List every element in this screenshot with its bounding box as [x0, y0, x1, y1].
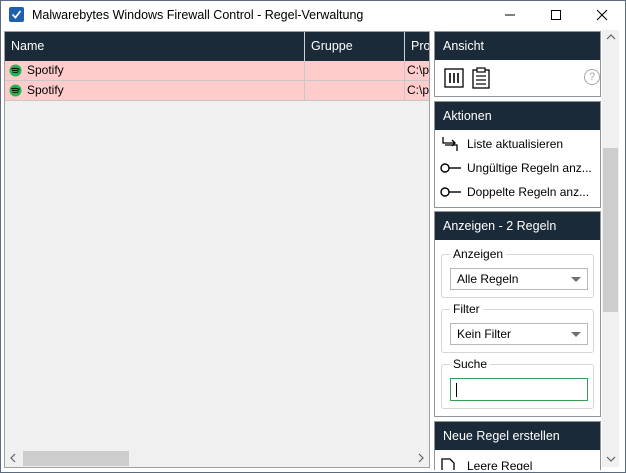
document-icon: [441, 458, 455, 470]
close-icon: [596, 9, 608, 21]
refresh-list-label: Liste aktualisieren: [467, 137, 564, 151]
chevron-down-icon: [571, 332, 581, 337]
table-header: Name Gruppe Pro: [5, 32, 429, 61]
app-checkbox-icon: [9, 7, 24, 22]
minimize-button[interactable]: [487, 0, 533, 30]
help-icon[interactable]: ?: [584, 69, 600, 85]
side-panel: Ansicht ? Aktionen Liste aktualisieren U…: [433, 30, 605, 470]
filter-label: Filter: [450, 302, 483, 316]
text-caret: [456, 383, 457, 397]
neue-regel-header: Neue Regel erstellen: [435, 422, 600, 450]
maximize-button[interactable]: [533, 0, 579, 30]
cell-gruppe: [305, 61, 405, 80]
minimize-icon: [505, 14, 515, 16]
rules-table[interactable]: Name Gruppe Pro Spotify C:\p Spotify C:\…: [4, 31, 430, 468]
cell-name: Spotify: [5, 61, 305, 80]
search-input[interactable]: [450, 378, 588, 401]
columns-view-icon[interactable]: [444, 68, 464, 88]
ansicht-section: Ansicht ?: [434, 31, 601, 97]
refresh-icon: [442, 137, 458, 151]
aktionen-section: Aktionen Liste aktualisieren Ungültige R…: [434, 101, 601, 208]
scroll-down-icon[interactable]: [606, 456, 616, 462]
anzeigen-group: Anzeigen Alle Regeln: [441, 247, 594, 298]
neue-regel-section: Neue Regel erstellen Leere Regel: [434, 421, 601, 470]
vertical-scroll-thumb[interactable]: [603, 148, 618, 312]
table-row[interactable]: Spotify C:\p: [5, 61, 430, 81]
horizontal-scrollbar[interactable]: [5, 449, 429, 467]
key-icon: [440, 163, 461, 173]
panel-vertical-scrollbar[interactable]: [602, 30, 619, 467]
table-row[interactable]: Spotify C:\p: [5, 81, 430, 101]
chevron-down-icon: [571, 277, 581, 282]
anzeigen-header: Anzeigen - 2 Regeln: [435, 212, 600, 240]
cell-program: C:\p: [407, 63, 430, 77]
cell-name: Spotify: [5, 81, 305, 100]
suche-label: Suche: [450, 357, 491, 371]
maximize-icon: [551, 10, 561, 20]
suche-group: Suche: [441, 357, 594, 409]
empty-rule-action[interactable]: Leere Regel: [435, 454, 600, 470]
empty-rule-label: Leere Regel: [467, 459, 533, 470]
scroll-left-icon[interactable]: [10, 453, 16, 463]
refresh-list-action[interactable]: Liste aktualisieren: [435, 132, 600, 156]
filter-group: Filter Kein Filter: [441, 302, 594, 353]
close-button[interactable]: [579, 0, 625, 30]
window-title: Malwarebytes Windows Firewall Control - …: [32, 8, 364, 22]
anzeigen-dropdown[interactable]: Alle Regeln: [450, 268, 588, 290]
duplicate-rules-label: Doppelte Regeln anz...: [467, 185, 590, 199]
column-header-pro[interactable]: Pro: [405, 32, 429, 61]
invalid-rules-action[interactable]: Ungültige Regeln anz...: [435, 156, 600, 180]
horizontal-scroll-thumb[interactable]: [23, 451, 129, 466]
invalid-rules-label: Ungültige Regeln anz...: [467, 161, 592, 175]
title-bar: Malwarebytes Windows Firewall Control - …: [0, 0, 626, 30]
anzeigen-section: Anzeigen - 2 Regeln Anzeigen Alle Regeln…: [434, 211, 601, 417]
column-header-name[interactable]: Name: [5, 32, 305, 61]
ansicht-header: Ansicht: [435, 32, 600, 60]
scroll-up-icon[interactable]: [606, 34, 616, 40]
cell-program: C:\p: [407, 83, 430, 97]
column-header-gruppe[interactable]: Gruppe: [305, 32, 405, 61]
scroll-right-icon[interactable]: [418, 453, 424, 463]
aktionen-header: Aktionen: [435, 102, 600, 130]
anzeigen-value: Alle Regeln: [457, 272, 519, 286]
anzeigen-label: Anzeigen: [450, 247, 507, 261]
clipboard-icon[interactable]: [471, 67, 491, 89]
duplicate-rules-action[interactable]: Doppelte Regeln anz...: [435, 180, 600, 204]
key-icon: [440, 187, 461, 197]
filter-value: Kein Filter: [457, 327, 512, 341]
filter-dropdown[interactable]: Kein Filter: [450, 323, 588, 345]
cell-gruppe: [305, 81, 405, 100]
